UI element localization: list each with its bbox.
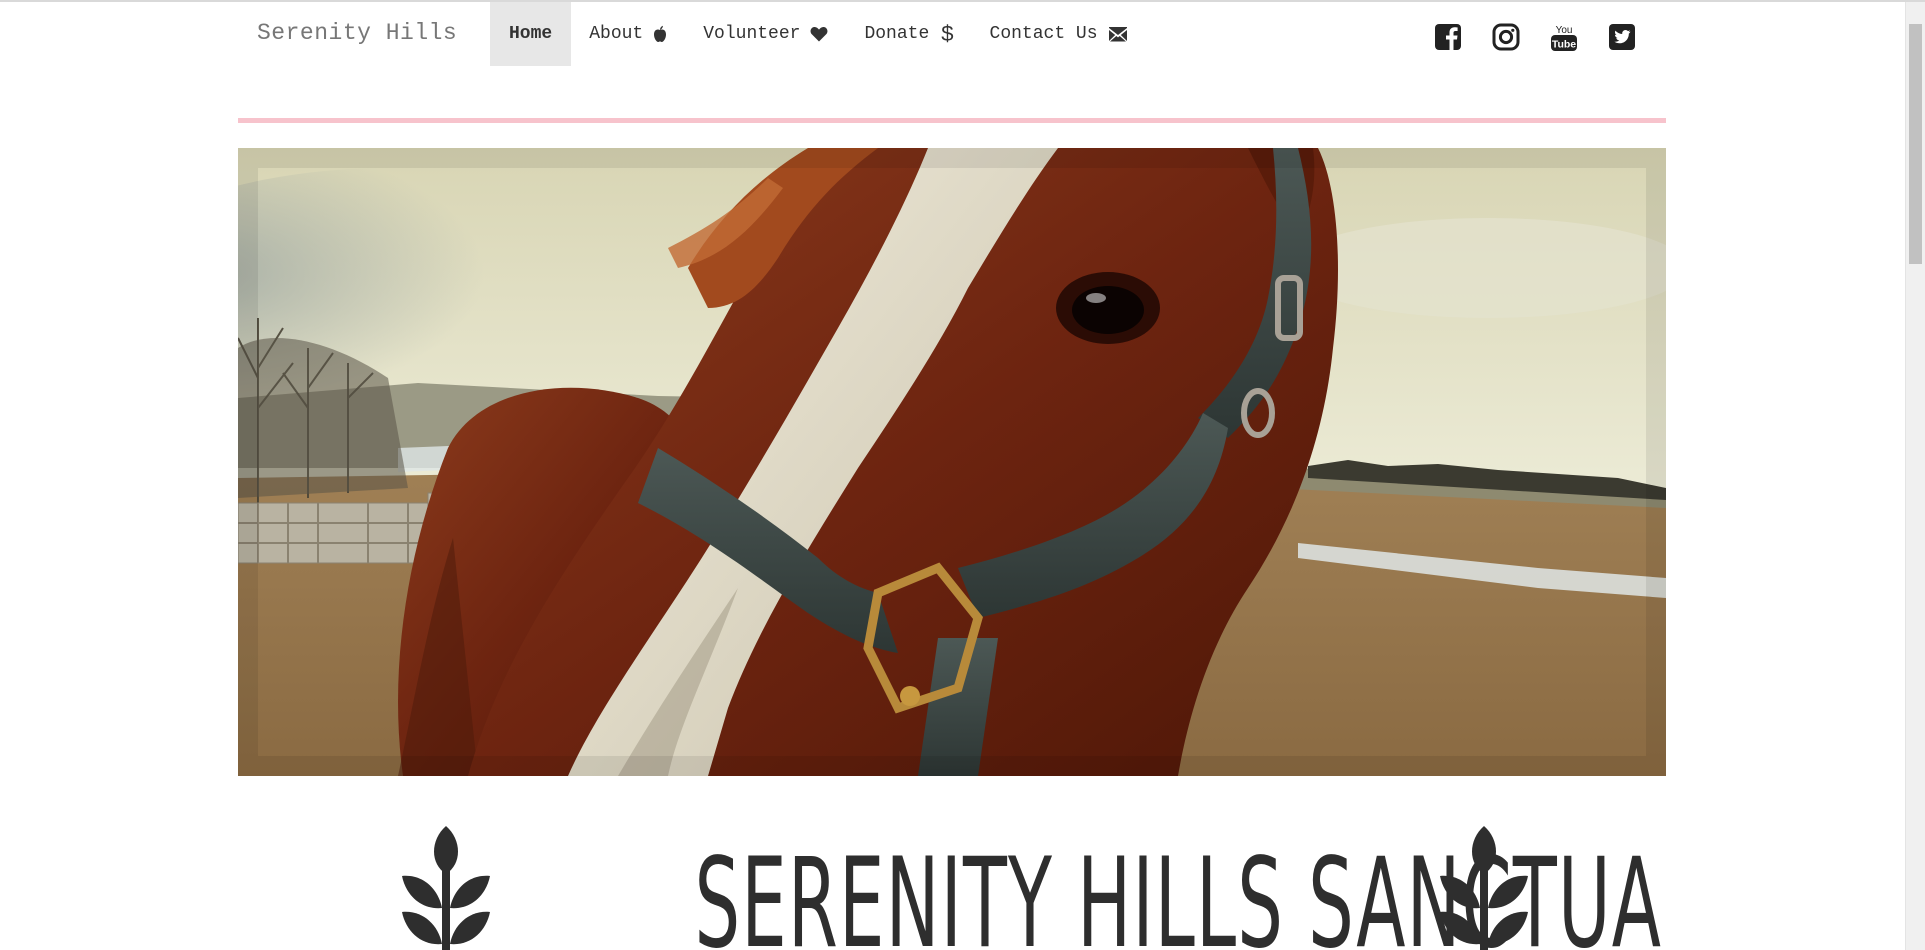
wheat-icon <box>402 826 490 950</box>
envelope-icon <box>1108 26 1128 42</box>
nav-volunteer-label: Volunteer <box>703 24 801 44</box>
site-title: SERENITY HILLS SANCTUARY <box>694 832 1666 950</box>
horse-photo <box>238 148 1666 776</box>
hero-image <box>238 148 1666 776</box>
top-navbar: Serenity Hills Home About Volunteer Dona… <box>238 2 1666 66</box>
social-links: You Tube <box>1434 22 1636 52</box>
page: Serenity Hills Home About Volunteer Dona… <box>0 0 1925 950</box>
youtube-icon[interactable]: You Tube <box>1550 22 1578 52</box>
nav-home[interactable]: Home <box>490 2 572 66</box>
heart-icon <box>810 26 828 42</box>
nav-donate-label: Donate <box>864 24 930 44</box>
accent-divider <box>238 118 1666 123</box>
nav-about-label: About <box>589 24 644 44</box>
brand-link[interactable]: Serenity Hills <box>257 20 457 46</box>
nav-volunteer[interactable]: Volunteer <box>685 2 846 66</box>
page-scrollbar[interactable] <box>1905 2 1925 950</box>
nav-about[interactable]: About <box>571 2 685 66</box>
nav-links: Home About Volunteer Donate $ Contact Us <box>490 2 1146 66</box>
nav-home-label: Home <box>509 24 553 44</box>
instagram-icon[interactable] <box>1492 22 1520 52</box>
facebook-icon[interactable] <box>1434 22 1462 52</box>
nav-contact[interactable]: Contact Us <box>972 2 1146 66</box>
dollar-icon: $ <box>941 21 954 46</box>
scrollbar-thumb[interactable] <box>1909 24 1922 264</box>
svg-text:You: You <box>1556 25 1573 36</box>
apple-icon <box>653 25 667 43</box>
nav-contact-label: Contact Us <box>989 24 1098 44</box>
nav-donate[interactable]: Donate $ <box>846 2 971 66</box>
wheat-icon <box>1440 826 1528 950</box>
site-title-row: SERENITY HILLS SANCTUARY <box>238 814 1666 950</box>
svg-text:Tube: Tube <box>1552 39 1576 51</box>
twitter-icon[interactable] <box>1608 22 1636 52</box>
